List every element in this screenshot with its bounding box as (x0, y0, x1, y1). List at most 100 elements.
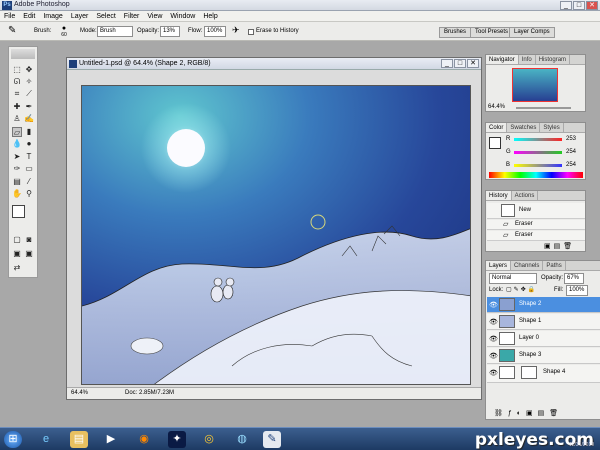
internet-explorer-icon[interactable]: e (37, 431, 55, 448)
history-brush-tool-icon[interactable]: ✍ (24, 114, 34, 124)
layer-buttons[interactable]: ⛓ƒ◐▣▤🗑 (494, 409, 563, 417)
zoom-readout[interactable]: 64.4% (71, 390, 88, 396)
tab-tool-presets[interactable]: Tool Presets (470, 27, 514, 38)
navigator-zoom-slider[interactable] (516, 107, 571, 109)
screen-mode-standard-icon[interactable]: ▣ (12, 249, 22, 259)
tab-color[interactable]: Color (486, 123, 508, 132)
erase-history-checkbox[interactable] (248, 29, 254, 35)
eraser-tool-preset-icon[interactable]: ✎ (8, 25, 22, 37)
tab-swatches[interactable]: Swatches (507, 123, 541, 132)
start-button-icon[interactable]: ⊞ (4, 431, 22, 448)
image-canvas[interactable] (81, 85, 471, 385)
brush-preview[interactable]: ● 60 (57, 25, 71, 39)
airbrush-icon[interactable]: ✈ (232, 25, 240, 36)
file-explorer-icon[interactable]: ▤ (70, 431, 88, 448)
media-player-icon[interactable]: ▶ (102, 431, 120, 448)
tab-styles[interactable]: Styles (540, 123, 564, 132)
brush-tool-icon[interactable]: ✒ (24, 102, 34, 112)
color-b-value[interactable]: 254 (566, 162, 576, 168)
foreground-color-swatch[interactable] (12, 205, 25, 218)
eye-icon[interactable]: 👁 (489, 352, 498, 360)
menu-filter[interactable]: Filter (120, 11, 144, 21)
tab-layer-comps[interactable]: Layer Comps (509, 27, 555, 38)
history-buttons[interactable]: ▣▤🗑 (544, 242, 575, 250)
layer-row-shape-3[interactable]: 👁 Shape 3 (487, 348, 600, 364)
marquee-tool-icon[interactable]: ⬚ (12, 65, 22, 75)
tab-info[interactable]: Info (519, 55, 536, 64)
eye-icon[interactable]: 👁 (489, 301, 498, 309)
clone-stamp-tool-icon[interactable]: ♙ (12, 114, 22, 124)
tab-paths[interactable]: Paths (543, 261, 566, 270)
crop-tool-icon[interactable]: ⌗ (12, 89, 22, 99)
blur-tool-icon[interactable]: 💧 (12, 139, 22, 149)
doc-minimize-button[interactable]: _ (441, 59, 453, 68)
firefox-icon[interactable]: ◉ (135, 431, 153, 448)
maximize-button[interactable]: □ (573, 1, 585, 10)
tab-histogram[interactable]: Histogram (536, 55, 571, 64)
healing-brush-tool-icon[interactable]: ✚ (12, 102, 22, 112)
menu-edit[interactable]: Edit (19, 11, 39, 21)
color-g-value[interactable]: 254 (566, 149, 576, 155)
color-r-value[interactable]: 253 (566, 136, 576, 142)
color-r-slider[interactable] (514, 138, 562, 141)
history-row-1[interactable]: ▱ Eraser (487, 220, 585, 230)
navigator-preview[interactable] (512, 68, 558, 102)
flow-input[interactable]: 100% (204, 26, 226, 37)
history-snapshot-row[interactable]: New (487, 203, 585, 219)
standard-mode-icon[interactable]: ▢ (12, 235, 22, 245)
zoom-tool-icon[interactable]: ⚲ (24, 189, 34, 199)
layer-row-shape-2[interactable]: 👁 Shape 2 (487, 297, 600, 313)
star-app-icon[interactable]: ✦ (168, 431, 186, 448)
lasso-tool-icon[interactable]: ᘏ (12, 77, 22, 87)
quick-mask-icon[interactable]: ◙ (24, 235, 34, 245)
color-b-slider[interactable] (514, 164, 562, 167)
fill-input[interactable]: 100% (566, 285, 588, 296)
menu-window[interactable]: Window (166, 11, 199, 21)
tab-navigator[interactable]: Navigator (486, 55, 519, 64)
tab-actions[interactable]: Actions (512, 191, 539, 200)
hand-tool-icon[interactable]: ✋ (12, 189, 22, 199)
chrome-icon[interactable]: ◎ (200, 431, 218, 448)
menu-image[interactable]: Image (39, 11, 66, 21)
move-tool-icon[interactable]: ✥ (24, 65, 34, 75)
shape-tool-icon[interactable]: ▭ (24, 164, 34, 174)
pen-tool-icon[interactable]: ✑ (12, 164, 22, 174)
minimize-button[interactable]: _ (560, 1, 572, 10)
menu-file[interactable]: File (0, 11, 19, 21)
tab-layers[interactable]: Layers (486, 261, 512, 270)
color-spectrum-bar[interactable] (489, 172, 583, 178)
navigator-zoom[interactable]: 64.4% (488, 104, 505, 110)
gradient-tool-icon[interactable]: ▮ (24, 127, 34, 137)
blend-mode-select[interactable]: Normal (489, 273, 537, 284)
eraser-tool-icon[interactable]: ▱ (12, 127, 22, 137)
menu-view[interactable]: View (143, 11, 166, 21)
tab-channels[interactable]: Channels (511, 261, 544, 270)
doc-maximize-button[interactable]: □ (454, 59, 466, 68)
layer-row-layer-0[interactable]: 👁 Layer 0 (487, 331, 600, 347)
doc-close-button[interactable]: ✕ (467, 59, 479, 68)
menu-select[interactable]: Select (92, 11, 119, 21)
tab-brushes[interactable]: Brushes (439, 27, 472, 38)
jump-to-imageready-icon[interactable]: ⇄ (12, 263, 22, 273)
lock-icons[interactable]: ▢✎✥🔒 (506, 286, 537, 293)
path-selection-tool-icon[interactable]: ➤ (12, 152, 22, 162)
network-app-icon[interactable]: ◍ (233, 431, 251, 448)
type-tool-icon[interactable]: T (24, 152, 34, 162)
tab-history[interactable]: History (486, 191, 512, 200)
document-title-bar[interactable]: Untitled-1.psd @ 64.4% (Shape 2, RGB/8) … (67, 58, 481, 70)
eye-icon[interactable]: 👁 (489, 318, 498, 326)
layer-opacity-input[interactable]: 67% (564, 273, 584, 284)
opacity-input[interactable]: 13% (160, 26, 180, 37)
close-button[interactable]: ✕ (586, 1, 598, 10)
magic-wand-tool-icon[interactable]: ✧ (24, 77, 34, 87)
eye-icon[interactable]: 👁 (489, 369, 498, 377)
dodge-tool-icon[interactable]: ● (24, 139, 34, 149)
photoshop-taskbar-icon[interactable]: ✎ (263, 431, 281, 448)
color-g-slider[interactable] (514, 151, 562, 154)
menu-help[interactable]: Help (199, 11, 221, 21)
slice-tool-icon[interactable]: ⟋ (24, 89, 34, 99)
menu-layer[interactable]: Layer (67, 11, 93, 21)
screen-mode-full-icon[interactable]: ▣ (24, 249, 34, 259)
layer-row-shape-4[interactable]: 👁 Shape 4 (487, 365, 600, 383)
mode-select[interactable]: Brush (97, 26, 133, 37)
